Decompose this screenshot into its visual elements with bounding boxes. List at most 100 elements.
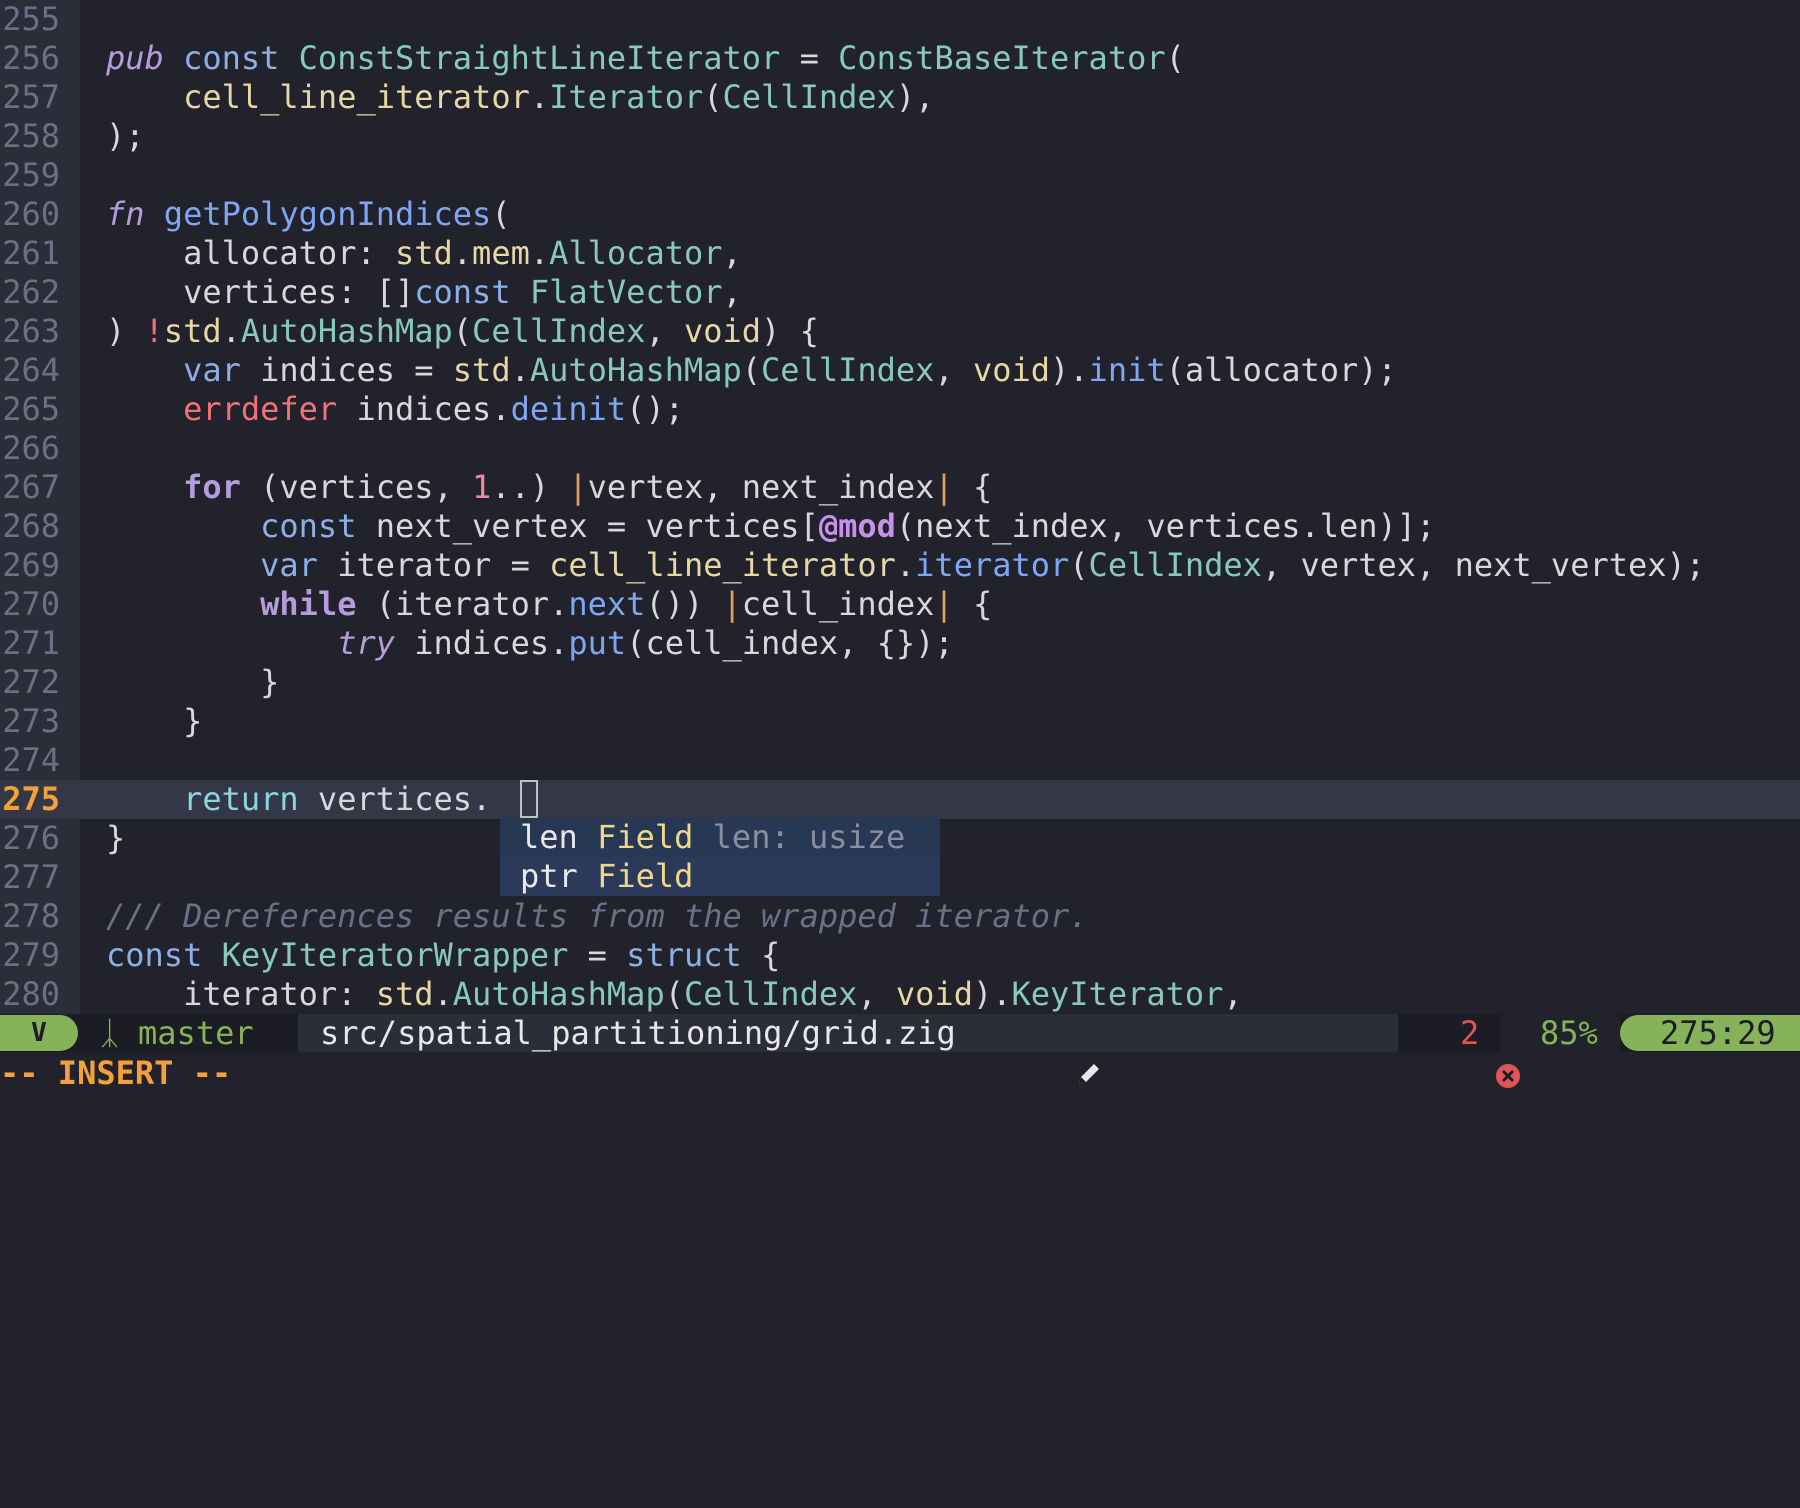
code-token: CellIndex: [683, 975, 858, 1013]
code-line[interactable]: 260 fn getPolygonIndices(: [0, 195, 1800, 234]
code-token: ) {: [761, 312, 819, 350]
line-number: 257: [0, 78, 80, 117]
code-line[interactable]: 280 iterator: std.AutoHashMap(CellIndex,…: [0, 975, 1800, 1014]
code-text[interactable]: while (iterator.next()) |cell_index| {: [106, 585, 992, 624]
code-line[interactable]: 269 var iterator = cell_line_iterator.it…: [0, 546, 1800, 585]
code-token: std: [375, 975, 434, 1013]
code-text[interactable]: var indices = std.AutoHashMap(CellIndex,…: [106, 351, 1397, 390]
line-number: 278: [0, 897, 80, 936]
code-text[interactable]: cell_line_iterator.Iterator(CellIndex),: [106, 78, 934, 117]
code-token: const: [183, 39, 280, 77]
code-token: .: [221, 312, 241, 350]
code-line[interactable]: 262 vertices: []const FlatVector,: [0, 273, 1800, 312]
code-token: cell_line_iterator: [183, 78, 530, 116]
code-line[interactable]: 278 /// Dereferences results from the wra…: [0, 897, 1800, 936]
code-token: .: [510, 351, 530, 389]
code-text[interactable]: return vertices.: [106, 780, 491, 819]
code-text[interactable]: }: [106, 819, 125, 858]
code-text[interactable]: try indices.put(cell_index, {});: [106, 624, 954, 663]
code-text[interactable]: iterator: std.AutoHashMap(CellIndex, voi…: [106, 975, 1243, 1014]
code-line[interactable]: 266: [0, 429, 1800, 468]
code-line[interactable]: 264 var indices = std.AutoHashMap(CellIn…: [0, 351, 1800, 390]
code-token: std: [163, 312, 222, 350]
code-text[interactable]: vertices: []const FlatVector,: [106, 273, 742, 312]
scroll-percent: 85%: [1540, 1014, 1598, 1052]
code-line[interactable]: 267 for (vertices, 1..) |vertex, next_in…: [0, 468, 1800, 507]
code-line[interactable]: 255: [0, 0, 1800, 39]
code-token: .: [529, 234, 550, 272]
completion-item[interactable]: ptr Field: [500, 857, 940, 896]
completion-word: len: [520, 818, 578, 856]
line-number: 263: [0, 312, 80, 351]
vim-editor[interactable]: 255 256 pub const ConstStraightLineIterato…: [0, 0, 1800, 1092]
code-token: getPolygonIndices: [163, 195, 492, 233]
code-token: deinit: [510, 390, 627, 428]
completion-word: ptr: [520, 857, 578, 895]
code-token: );: [106, 117, 145, 155]
code-token: /// Dereferences results from the wrappe…: [106, 897, 1089, 935]
code-token: ): [106, 312, 145, 350]
line-number: 266: [0, 429, 80, 468]
line-number: 272: [0, 663, 80, 702]
code-text[interactable]: var iterator = cell_line_iterator.iterat…: [106, 546, 1705, 585]
code-text[interactable]: fn getPolygonIndices(: [106, 195, 511, 234]
code-line[interactable]: 263 ) !std.AutoHashMap(CellIndex, void) {: [0, 312, 1800, 351]
code-token: AutoHashMap: [529, 351, 742, 389]
code-text[interactable]: const next_vertex = vertices[@mod(next_i…: [106, 507, 1435, 546]
code-token: void: [683, 312, 762, 350]
code-token: (: [741, 351, 762, 389]
code-text[interactable]: pub const ConstStraightLineIterator = Co…: [106, 39, 1185, 78]
code-token: {: [953, 585, 993, 623]
code-line[interactable]: 265 errdefer indices.deinit();: [0, 390, 1800, 429]
line-number: 259: [0, 156, 80, 195]
current-code-line[interactable]: 275 return vertices.: [0, 780, 1800, 819]
code-token: (next_index, vertices.len)];: [895, 507, 1436, 545]
code-token: (: [1165, 39, 1185, 77]
code-line[interactable]: 270 while (iterator.next()) |cell_index|…: [0, 585, 1800, 624]
completion-detail: len: usize: [712, 818, 906, 856]
code-token: .: [452, 234, 473, 272]
line-number: 264: [0, 351, 80, 390]
code-text[interactable]: allocator: std.mem.Allocator,: [106, 234, 742, 273]
code-line[interactable]: 268 const next_vertex = vertices[@mod(ne…: [0, 507, 1800, 546]
code-line[interactable]: 272 }: [0, 663, 1800, 702]
code-line[interactable]: 256 pub const ConstStraightLineIterator =…: [0, 39, 1800, 78]
line-number: 261: [0, 234, 80, 273]
completion-item[interactable]: len Field len: usize: [500, 818, 940, 857]
code-text[interactable]: );: [106, 117, 145, 156]
code-token: for: [183, 468, 241, 506]
code-text[interactable]: const KeyIteratorWrapper = struct {: [106, 936, 780, 975]
code-line[interactable]: 279 const KeyIteratorWrapper = struct {: [0, 936, 1800, 975]
code-line[interactable]: 271 try indices.put(cell_index, {});: [0, 624, 1800, 663]
code-line[interactable]: 257 cell_line_iterator.Iterator(CellInde…: [0, 78, 1800, 117]
code-token: FlatVector: [529, 273, 723, 311]
code-token: mem: [472, 234, 530, 272]
code-token: const: [414, 273, 511, 311]
line-number: 265: [0, 390, 80, 429]
code-text[interactable]: /// Dereferences results from the wrappe…: [106, 897, 1089, 936]
line-number: 273: [0, 702, 80, 741]
code-line[interactable]: 273 }: [0, 702, 1800, 741]
code-text[interactable]: errdefer indices.deinit();: [106, 390, 684, 429]
line-number: 268: [0, 507, 80, 546]
code-line[interactable]: 261 allocator: std.mem.Allocator,: [0, 234, 1800, 273]
code-token: const: [106, 936, 203, 974]
code-text[interactable]: for (vertices, 1..) |vertex, next_index|…: [106, 468, 992, 507]
completion-popup[interactable]: len Field len: usize ptr Field: [500, 818, 940, 896]
code-line[interactable]: 274: [0, 741, 1800, 780]
code-text[interactable]: ) !std.AutoHashMap(CellIndex, void) {: [106, 312, 819, 351]
code-text[interactable]: }: [106, 702, 202, 741]
code-token: |: [934, 468, 954, 506]
code-token: iterator:: [106, 975, 376, 1013]
code-token: (: [664, 975, 684, 1013]
code-text[interactable]: }: [106, 663, 279, 702]
line-number: 274: [0, 741, 80, 780]
code-line[interactable]: 259: [0, 156, 1800, 195]
code-line[interactable]: 258);: [0, 117, 1800, 156]
error-count[interactable]: 2: [1460, 1014, 1479, 1052]
